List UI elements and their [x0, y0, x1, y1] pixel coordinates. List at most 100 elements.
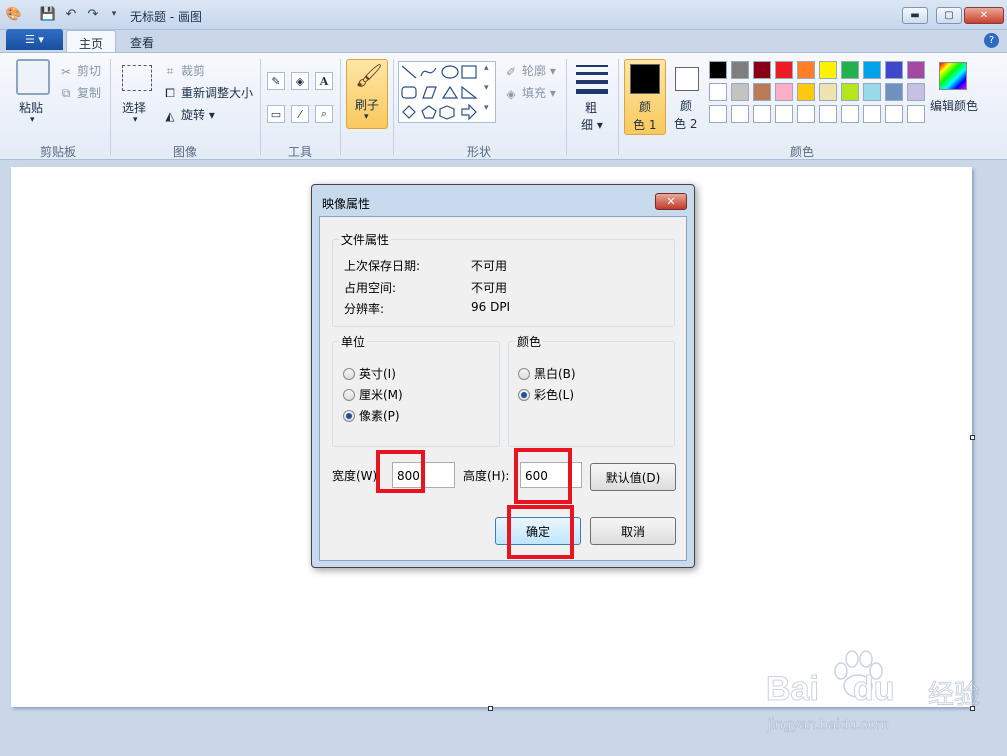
palette-swatch[interactable] [731, 83, 749, 101]
palette-swatch[interactable] [885, 105, 903, 123]
palette-swatch[interactable] [797, 105, 815, 123]
palette-swatch[interactable] [863, 83, 881, 101]
palette-swatch[interactable] [775, 61, 793, 79]
brushes-button[interactable]: 🖌 刷子 ▾ [346, 59, 388, 129]
tab-home[interactable]: 主页 [66, 30, 117, 52]
palette-swatch[interactable] [753, 83, 771, 101]
clipboard-icon[interactable] [16, 59, 50, 95]
color2-label-b: 色 2 [674, 117, 698, 131]
close-button[interactable]: ✕ [964, 7, 1004, 24]
resize-button[interactable]: ⧠ 重新调整大小 [162, 84, 253, 102]
cancel-button[interactable]: 取消 [590, 517, 676, 545]
outline-button[interactable]: ✐ 轮廓 ▾ [503, 62, 556, 80]
palette-swatch[interactable] [819, 105, 837, 123]
palette-swatch[interactable] [709, 105, 727, 123]
palette-swatch[interactable] [885, 83, 903, 101]
default-button[interactable]: 默认值(D) [590, 463, 676, 491]
palette-swatch[interactable] [731, 61, 749, 79]
fill-bucket-icon[interactable]: ◈ [291, 72, 309, 90]
minimize-button[interactable]: ▬ [902, 7, 928, 24]
select-icon[interactable] [122, 65, 152, 91]
paint-menu-button[interactable]: ☰ ▾ [6, 29, 63, 50]
palette-swatch[interactable] [863, 61, 881, 79]
image-properties-dialog: 映像属性 ✕ 文件属性 上次保存日期: 不可用 占用空间: 不可用 分辨率: 9… [311, 184, 695, 568]
paste-button[interactable]: 粘贴 [19, 99, 43, 116]
radio-indicator [343, 367, 355, 380]
size-label-line2-text: 细 [581, 118, 594, 132]
palette-swatch[interactable] [775, 83, 793, 101]
shapes-gallery[interactable] [398, 61, 496, 123]
select-dropdown-icon[interactable]: ▾ [133, 115, 138, 125]
palette-swatch[interactable] [753, 61, 771, 79]
palette-swatch[interactable] [907, 105, 925, 123]
crop-label: 裁剪 [181, 64, 206, 78]
rotate-button[interactable]: ◭ 旋转 ▾ [162, 106, 214, 124]
copy-button[interactable]: ⧉ 复制 [58, 84, 101, 102]
eraser-icon[interactable]: ▭ [267, 105, 285, 123]
width-label: 宽度(W): [332, 469, 382, 483]
pencil-icon[interactable]: ✎ [267, 72, 285, 90]
palette-swatch[interactable] [841, 61, 859, 79]
palette-swatch[interactable] [819, 83, 837, 101]
resize-handle-right[interactable] [970, 435, 975, 440]
highlight-box-width [376, 450, 425, 493]
magnifier-icon[interactable]: ⌕ [315, 105, 333, 123]
palette-swatch[interactable] [797, 61, 815, 79]
palette-swatch[interactable] [841, 105, 859, 123]
palette-swatch[interactable] [907, 61, 925, 79]
size-button[interactable] [573, 61, 613, 101]
unit-pixels-label: 像素(P) [359, 409, 400, 423]
palette-swatch[interactable] [753, 105, 771, 123]
fill-button[interactable]: ◈ 填充 ▾ [503, 84, 555, 102]
palette-swatch[interactable] [819, 61, 837, 79]
color1-button[interactable]: 颜 色 1 [624, 59, 666, 135]
select-button[interactable]: 选择 [122, 99, 146, 116]
save-icon[interactable]: 💾 [40, 6, 56, 22]
paste-dropdown-icon[interactable]: ▾ [30, 115, 35, 125]
text-tool-icon[interactable]: A [315, 72, 333, 90]
shapes-scroll-up-icon[interactable]: ▴ [484, 63, 489, 73]
help-icon[interactable]: ? [984, 33, 999, 48]
customize-quick-access-icon[interactable]: ▾ [106, 6, 122, 22]
unit-cm-radio[interactable]: 厘米(M) [343, 386, 403, 403]
unit-inches-radio[interactable]: 英寸(I) [343, 365, 396, 382]
palette-swatch[interactable] [709, 83, 727, 101]
color1-label-b: 色 1 [633, 118, 657, 132]
radio-indicator-selected [518, 388, 530, 401]
maximize-button[interactable]: ▢ [936, 7, 962, 24]
shapes-scroll-down-icon[interactable]: ▾ [484, 83, 489, 93]
color2-button[interactable]: 颜 色 2 [668, 59, 708, 135]
dialog-close-button[interactable]: ✕ [655, 193, 687, 210]
cut-button[interactable]: ✂ 剪切 [58, 62, 101, 80]
palette-swatch[interactable] [775, 105, 793, 123]
dialog-title: 映像属性 [322, 197, 371, 211]
resize-handle-bottom[interactable] [488, 706, 493, 711]
redo-icon[interactable]: ↷ [85, 6, 101, 22]
shapes-expand-icon[interactable]: ▾ [484, 103, 489, 113]
unit-pixels-radio[interactable]: 像素(P) [343, 407, 400, 424]
tab-view[interactable]: 查看 [118, 30, 166, 52]
palette-swatch[interactable] [841, 83, 859, 101]
edit-colors-button[interactable]: 编辑颜色 [930, 97, 978, 114]
palette-swatch[interactable] [885, 61, 903, 79]
color-color-radio[interactable]: 彩色(L) [518, 386, 574, 403]
edit-colors-icon[interactable] [939, 62, 967, 90]
color2-swatch [675, 67, 699, 91]
palette-swatch[interactable] [907, 83, 925, 101]
color-picker-icon[interactable]: ⁄ [291, 105, 309, 123]
watermark-suffix: 经验 [927, 680, 981, 711]
fill-icon: ◈ [506, 86, 516, 101]
palette-swatch[interactable] [709, 61, 727, 79]
palette-swatch[interactable] [863, 105, 881, 123]
palette-swatch[interactable] [731, 105, 749, 123]
group-divider [566, 59, 567, 155]
baidu-jingyan-watermark: Bai du 经验 jingyan.baidu.com [748, 650, 1003, 740]
crop-button[interactable]: ⌗ 裁剪 [162, 62, 205, 80]
palette-swatch[interactable] [797, 83, 815, 101]
undo-icon[interactable]: ↶ [63, 6, 79, 22]
paint-app-icon[interactable]: 🎨 [6, 6, 22, 22]
size-label-line2: 细 ▾ [581, 118, 603, 132]
watermark-brand-b: du [852, 670, 895, 709]
color-bw-radio[interactable]: 黑白(B) [518, 365, 576, 382]
color2-label-a: 颜 [680, 99, 693, 113]
